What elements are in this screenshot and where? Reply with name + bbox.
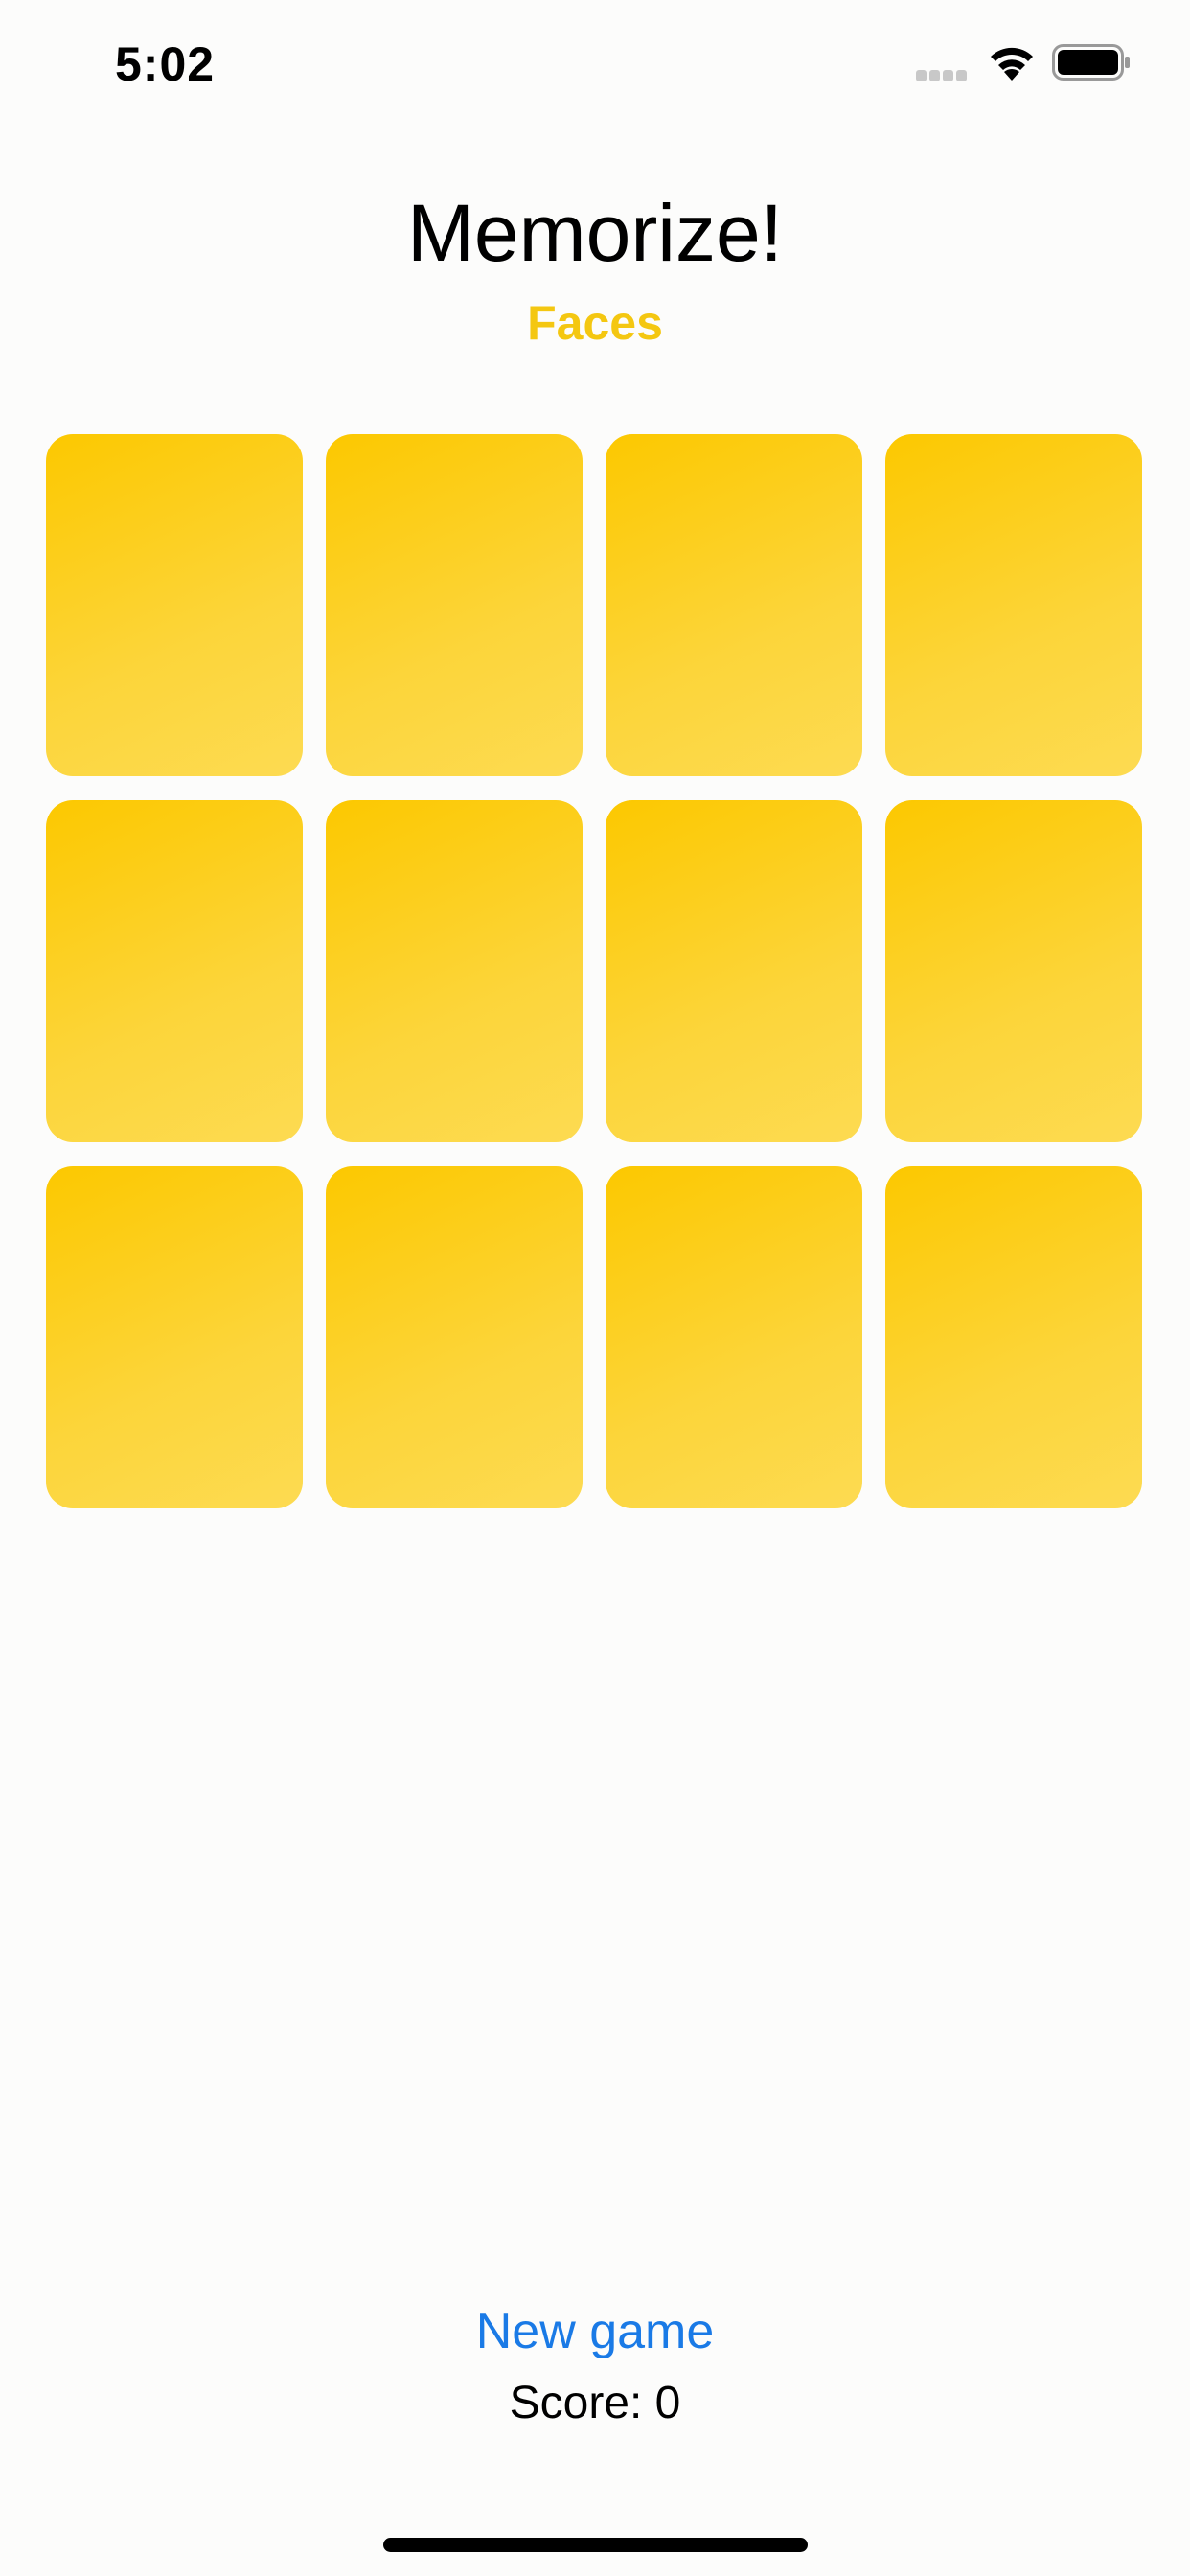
card[interactable] <box>326 800 583 1142</box>
card[interactable] <box>606 800 862 1142</box>
card[interactable] <box>885 434 1142 776</box>
card[interactable] <box>46 1166 303 1508</box>
card[interactable] <box>606 434 862 776</box>
card[interactable] <box>326 1166 583 1508</box>
card[interactable] <box>885 800 1142 1142</box>
wifi-icon <box>987 42 1037 80</box>
status-bar: 5:02 <box>0 0 1190 126</box>
card[interactable] <box>885 1166 1142 1508</box>
card[interactable] <box>46 434 303 776</box>
status-time: 5:02 <box>115 37 216 91</box>
card[interactable] <box>606 1166 862 1508</box>
battery-icon <box>1052 44 1131 80</box>
theme-name: Faces <box>527 296 663 350</box>
signal-icon <box>916 69 970 81</box>
new-game-button[interactable]: New game <box>0 2303 1190 2360</box>
home-indicator[interactable] <box>383 2538 808 2552</box>
card[interactable] <box>46 800 303 1142</box>
score-label: Score: 0 <box>509 2378 681 2428</box>
card-grid <box>46 434 1144 1508</box>
card[interactable] <box>326 434 583 776</box>
page-title: Memorize! <box>406 188 784 278</box>
